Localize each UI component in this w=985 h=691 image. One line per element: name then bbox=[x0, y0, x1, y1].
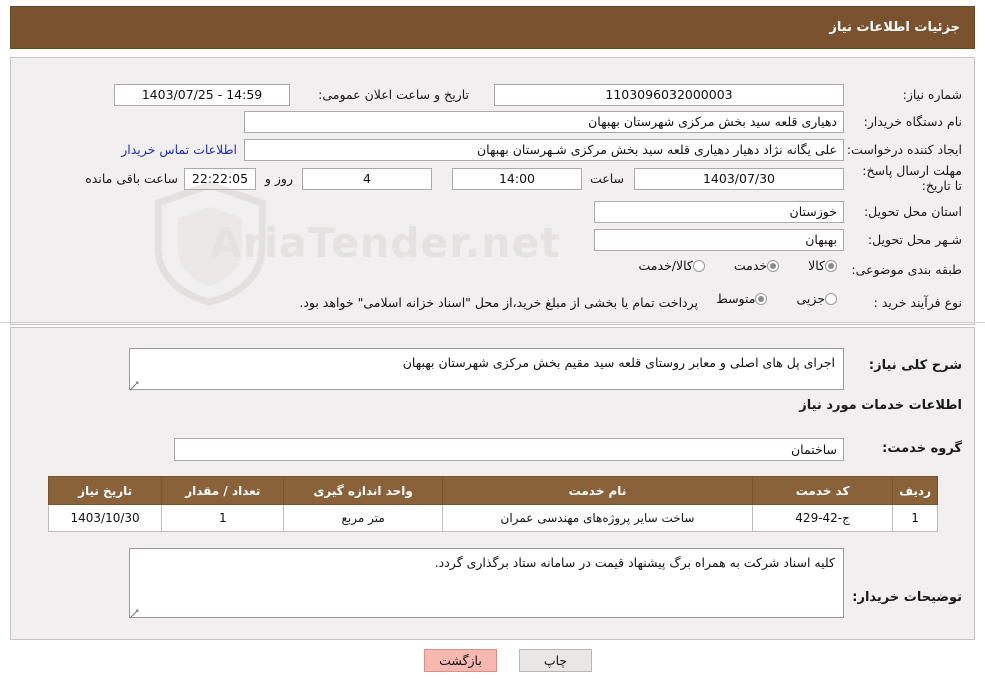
page-root: جزئیات اطلاعات نیاز شماره نیاز: 11030960… bbox=[0, 0, 985, 691]
purchase-option-label: متوسط bbox=[716, 291, 756, 306]
table-header-row: ردیف کد خدمت نام خدمت واحد اندازه گیری ت… bbox=[47, 476, 938, 505]
category-option-label: کالا bbox=[808, 258, 825, 273]
category-option-kala[interactable]: کالا bbox=[808, 258, 844, 273]
buyer-org-label: نام دستگاه خریدار: bbox=[863, 114, 962, 129]
category-label: طبقه بندی موضوعی: bbox=[851, 262, 962, 277]
category-option-kala-khedmat[interactable]: کالا/خدمت bbox=[638, 258, 711, 273]
th-need-date: تاریخ نیاز bbox=[47, 476, 163, 505]
back-button[interactable]: بازگشت bbox=[424, 649, 497, 672]
service-group-value: ساختمان bbox=[174, 438, 844, 461]
services-info-label: اطلاعات خدمات مورد نیاز bbox=[799, 398, 962, 413]
days-remaining-label: روز و bbox=[264, 171, 293, 186]
purchase-type-radio-group[interactable]: جزیی متوسط bbox=[694, 291, 844, 306]
province-label: استان محل تحویل: bbox=[863, 204, 962, 219]
category-option-label: خدمت bbox=[733, 258, 768, 273]
requester-value: علی یگانه نژاد دهیار دهیاری قلعه سید بخش… bbox=[244, 139, 844, 161]
purchase-note: پرداخت تمام یا بخشی از مبلغ خرید،از محل … bbox=[299, 295, 698, 310]
city-label: شـهر محل تحویل: bbox=[867, 232, 962, 247]
category-option-khedmat[interactable]: خدمت bbox=[734, 258, 786, 273]
countdown-value: 22:22:05 bbox=[184, 168, 256, 190]
th-row-index: ردیف bbox=[892, 476, 938, 505]
services-table: ردیف کد خدمت نام خدمت واحد اندازه گیری ت… bbox=[47, 476, 938, 532]
summary-textarea[interactable]: اجرای پل های اصلی و معابر روستای قلعه سی… bbox=[129, 348, 844, 390]
buyer-notes-label: توضیحات خریدار: bbox=[852, 590, 962, 605]
category-radio-group[interactable]: کالا خدمت کالا/خدمت bbox=[616, 258, 844, 273]
cell-service-name: ساخت سایر پروژه‌های مهندسی عمران bbox=[441, 504, 754, 532]
hour-label: ساعت bbox=[589, 171, 624, 186]
buyer-notes-textarea[interactable]: کلیه اسناد شرکت به همراه برگ پیشنهاد قیم… bbox=[129, 548, 844, 618]
cell-need-date: 1403/10/30 bbox=[47, 504, 163, 532]
radio-icon[interactable] bbox=[825, 259, 837, 272]
city-value: بهبهان bbox=[594, 229, 844, 251]
th-service-name: نام خدمت bbox=[441, 476, 754, 505]
purchase-option-jozei[interactable]: جزیی bbox=[796, 291, 844, 306]
cell-unit: متر مربع bbox=[283, 504, 443, 532]
announce-date-label: تاریخ و ساعت اعلان عمومی: bbox=[318, 87, 469, 102]
deadline-label: مهلت ارسال پاسخ: تا تاریخ: bbox=[862, 163, 962, 193]
service-group-label: گروه خدمت: bbox=[882, 441, 962, 456]
print-button[interactable]: چاپ bbox=[519, 649, 592, 672]
purchase-option-motevaset[interactable]: متوسط bbox=[716, 291, 774, 306]
remaining-suffix-label: ساعت باقی مانده bbox=[85, 171, 178, 186]
radio-icon[interactable] bbox=[767, 259, 780, 272]
purchase-option-label: جزیی bbox=[796, 291, 825, 306]
panel-divider bbox=[0, 322, 985, 323]
category-option-label: کالا/خدمت bbox=[638, 258, 693, 273]
need-info-panel: شماره نیاز: 1103096032000003 تاریخ و ساع… bbox=[10, 57, 975, 325]
province-value: خوزستان bbox=[594, 201, 844, 223]
deadline-date-value: 1403/07/30 bbox=[634, 168, 844, 190]
page-title: جزئیات اطلاعات نیاز bbox=[829, 20, 960, 35]
need-details-panel: شرح کلی نیاز: اجرای پل های اصلی و معابر … bbox=[10, 327, 975, 640]
purchase-type-label: نوع فرآیند خرید : bbox=[873, 295, 962, 310]
th-quantity: تعداد / مقدار bbox=[161, 476, 285, 505]
th-unit: واحد اندازه گیری bbox=[283, 476, 443, 505]
need-number-value: 1103096032000003 bbox=[494, 84, 844, 106]
requester-label: ایجاد کننده درخواست: bbox=[846, 142, 962, 157]
need-number-label: شماره نیاز: bbox=[902, 87, 962, 102]
summary-label: شرح کلی نیاز: bbox=[868, 358, 962, 373]
radio-icon[interactable] bbox=[692, 259, 705, 272]
page-header: جزئیات اطلاعات نیاز bbox=[10, 6, 975, 49]
announce-date-value: 14:59 - 1403/07/25 bbox=[114, 84, 290, 106]
radio-icon[interactable] bbox=[755, 292, 768, 305]
cell-row-index: 1 bbox=[892, 504, 938, 532]
cell-quantity: 1 bbox=[161, 504, 285, 532]
table-row: 1 ج-42-429 ساخت سایر پروژه‌های مهندسی عم… bbox=[47, 504, 938, 532]
days-remaining-value: 4 bbox=[302, 168, 432, 190]
deadline-hour-value: 14:00 bbox=[452, 168, 582, 190]
buyer-contact-link[interactable]: اطلاعات تماس خریدار bbox=[121, 142, 237, 157]
th-service-code: کد خدمت bbox=[752, 476, 894, 505]
radio-icon[interactable] bbox=[825, 292, 837, 305]
buyer-org-value: دهیاری قلعه سید بخش مرکزی شهرستان بهبهان bbox=[244, 111, 844, 133]
cell-service-code: ج-42-429 bbox=[752, 504, 894, 532]
